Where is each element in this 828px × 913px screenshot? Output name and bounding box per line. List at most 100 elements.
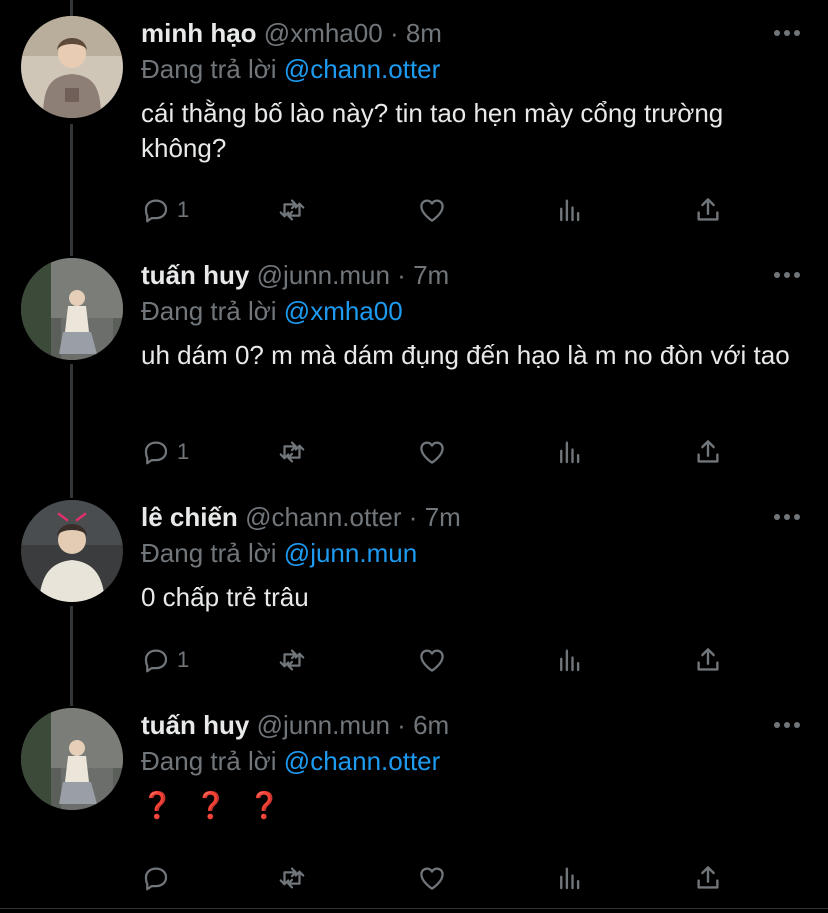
retweet-button[interactable] <box>277 192 307 228</box>
reply-button[interactable] <box>141 860 177 896</box>
avatar[interactable] <box>21 16 123 118</box>
retweet-button[interactable] <box>277 434 307 470</box>
replying-prefix: Đang trả lời <box>141 296 277 326</box>
tweet-text: cái thằng bố lào này? tin tao hẹn mày cổ… <box>141 98 724 163</box>
retweet-icon <box>279 867 305 889</box>
avatar-hoodie-image <box>21 16 123 118</box>
more-icon[interactable] <box>774 258 800 292</box>
display-name[interactable]: tuấn huy <box>141 260 249 290</box>
timestamp[interactable]: 8m <box>406 18 442 48</box>
avatar-sweater-image <box>21 500 123 602</box>
separator-dot: · <box>397 710 406 740</box>
reply-button[interactable]: 1 <box>141 192 189 228</box>
reply-icon <box>144 199 168 223</box>
share-icon <box>697 440 719 463</box>
share-button[interactable] <box>693 642 723 678</box>
more-icon[interactable] <box>774 708 800 742</box>
retweet-icon <box>279 649 305 671</box>
display-name[interactable]: minh hạo <box>141 18 257 48</box>
user-handle[interactable]: @xmha00 <box>264 18 383 48</box>
reply-count: 1 <box>177 439 190 464</box>
like-icon <box>420 441 444 464</box>
tweet-header: minh hạo @xmha00 · 8m <box>141 16 442 50</box>
share-button[interactable] <box>693 434 723 470</box>
separator-dot: · <box>389 18 399 48</box>
replying-to: Đang trả lời @xmha00 <box>141 294 403 328</box>
bottom-divider <box>0 908 828 909</box>
share-button[interactable] <box>693 192 723 228</box>
reply-icon <box>144 441 168 465</box>
share-button[interactable] <box>693 860 723 896</box>
replying-prefix: Đang trả lời <box>141 54 277 84</box>
timestamp[interactable]: 7m <box>413 260 449 290</box>
replying-mention[interactable]: @xmha00 <box>284 296 403 326</box>
like-button[interactable] <box>417 860 447 896</box>
user-handle[interactable]: @junn.mun <box>257 260 390 290</box>
views-button[interactable] <box>555 192 585 228</box>
replying-to: Đang trả lời @junn.mun <box>141 536 417 570</box>
reply-count: 1 <box>177 197 190 222</box>
tweet-text: 0 chấp trẻ trâu <box>141 582 309 612</box>
share-icon <box>697 648 719 671</box>
action-bar <box>141 860 741 896</box>
reply-button[interactable]: 1 <box>141 642 189 678</box>
avatar[interactable] <box>21 258 123 360</box>
tweet-text: uh dám 0? m mà dám đụng đến hạo là m no … <box>141 340 790 370</box>
replying-to: Đang trả lời @chann.otter <box>141 52 440 86</box>
user-handle[interactable]: @junn.mun <box>257 710 390 740</box>
like-button[interactable] <box>417 642 447 678</box>
views-icon <box>560 867 580 890</box>
retweet-button[interactable] <box>277 642 307 678</box>
action-bar: 1 <box>141 192 741 228</box>
avatar-sitting-image <box>21 708 123 810</box>
more-icon[interactable] <box>774 16 800 50</box>
tweet-text: ❓ ❓ ❓ <box>141 790 281 820</box>
user-handle[interactable]: @chann.otter <box>245 502 401 532</box>
share-icon <box>697 866 719 889</box>
views-icon <box>560 441 580 464</box>
thread-line-1 <box>70 124 73 256</box>
separator-dot: · <box>408 502 418 532</box>
replying-mention[interactable]: @junn.mun <box>284 538 417 568</box>
display-name[interactable]: lê chiến <box>141 502 238 532</box>
thread-line-top <box>70 0 73 16</box>
reply-count: 1 <box>177 647 190 672</box>
thread-line-2 <box>70 364 73 498</box>
views-icon <box>560 649 580 672</box>
replying-prefix: Đang trả lời <box>141 538 277 568</box>
more-icon[interactable] <box>774 500 800 534</box>
retweet-icon <box>279 441 305 463</box>
avatar-sitting-image <box>21 258 123 360</box>
like-button[interactable] <box>417 192 447 228</box>
avatar[interactable] <box>21 708 123 810</box>
retweet-button[interactable] <box>277 860 307 896</box>
timestamp[interactable]: 7m <box>425 502 461 532</box>
action-bar: 1 <box>141 434 741 470</box>
action-bar: 1 <box>141 642 741 678</box>
like-icon <box>420 649 444 672</box>
views-button[interactable] <box>555 642 585 678</box>
display-name[interactable]: tuấn huy <box>141 710 249 740</box>
like-button[interactable] <box>417 434 447 470</box>
reply-button[interactable]: 1 <box>141 434 189 470</box>
share-icon <box>697 198 719 221</box>
views-icon <box>560 199 580 222</box>
tweet-header: lê chiến @chann.otter · 7m <box>141 500 461 534</box>
like-icon <box>420 199 444 222</box>
replying-mention[interactable]: @chann.otter <box>284 54 440 84</box>
thread-line-3 <box>70 606 73 706</box>
reply-icon <box>144 649 168 673</box>
replying-to: Đang trả lời @chann.otter <box>141 744 440 778</box>
views-button[interactable] <box>555 434 585 470</box>
like-icon <box>420 867 444 890</box>
retweet-icon <box>279 199 305 221</box>
replying-prefix: Đang trả lời <box>141 746 277 776</box>
reply-icon <box>144 867 168 891</box>
separator-dot: · <box>397 260 406 290</box>
tweet-header: tuấn huy @junn.mun · 6m <box>141 708 449 742</box>
views-button[interactable] <box>555 860 585 896</box>
timestamp[interactable]: 6m <box>413 710 449 740</box>
avatar[interactable] <box>21 500 123 602</box>
tweet-header: tuấn huy @junn.mun · 7m <box>141 258 449 292</box>
replying-mention[interactable]: @chann.otter <box>284 746 440 776</box>
